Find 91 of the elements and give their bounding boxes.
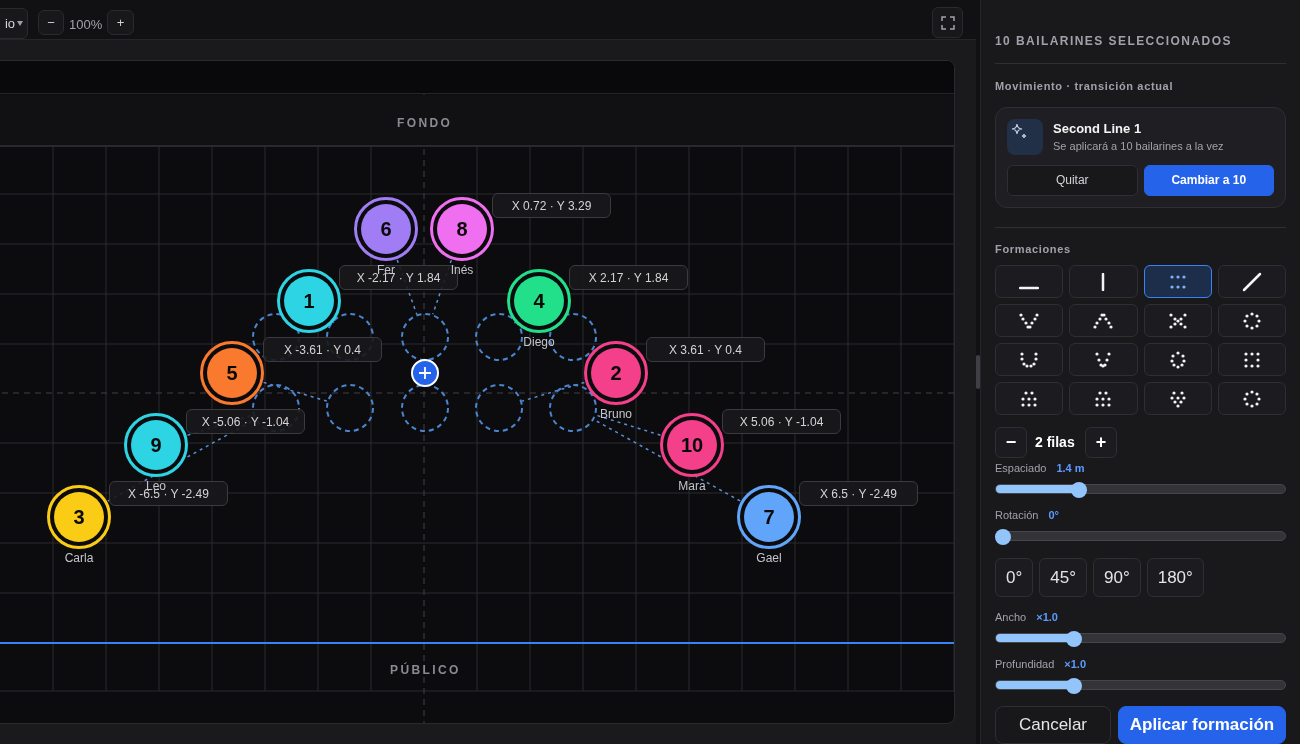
slider-value: 0°	[1048, 508, 1059, 523]
plus-icon	[418, 366, 432, 380]
dancer-marker[interactable]: 3	[47, 485, 111, 549]
dancer-number: 10	[667, 420, 717, 470]
coordinate-label: X 3.61 · Y 0.4	[646, 337, 765, 362]
add-button[interactable]	[411, 359, 439, 387]
angle-preset-button[interactable]: 0°	[995, 558, 1034, 597]
coordinate-label: X 0.72 · Y 3.29	[492, 193, 611, 218]
dancer-number: 7	[744, 492, 794, 542]
dancer-marker[interactable]: 6	[354, 197, 418, 261]
slider-track[interactable]	[995, 630, 1286, 645]
dancer-number: 5	[207, 348, 257, 398]
slider-thumb[interactable]	[995, 528, 1011, 545]
slider-label: Rotación	[995, 508, 1039, 523]
dancer-number: 9	[131, 420, 181, 470]
slider-label: Espaciado	[995, 461, 1047, 476]
slider-label: Profundidad	[995, 657, 1055, 672]
apply-button[interactable]: Aplicar formación	[1118, 706, 1286, 744]
view-select[interactable]: io	[0, 8, 28, 39]
slider-value: 1.4 m	[1056, 461, 1085, 476]
decrease-button[interactable]: −	[995, 427, 1027, 458]
slider-track[interactable]	[995, 528, 1286, 543]
slider-value: ×1.0	[1064, 657, 1087, 672]
dancer-marker[interactable]: 5	[200, 341, 264, 405]
slider-thumb[interactable]	[1065, 677, 1082, 694]
path-line	[521, 381, 586, 402]
dancer-number: 6	[361, 204, 411, 254]
coordinate-label: X -3.61 · Y 0.4	[263, 337, 382, 362]
dancer-marker[interactable]: 10	[660, 413, 724, 477]
transition-name: Second Line 1	[1053, 119, 1143, 138]
dancer-name: Mara	[678, 480, 706, 492]
dancer-number: 2	[591, 348, 641, 398]
cancel-button[interactable]: Cancelar	[995, 706, 1111, 744]
coordinate-label: X 5.06 · Y -1.04	[722, 409, 841, 434]
dancer-name: Bruno	[600, 408, 632, 420]
section-heading: Movimiento · transición actual	[995, 79, 1175, 94]
dancer-marker[interactable]: 2	[584, 341, 648, 405]
fullscreen-button[interactable]	[932, 7, 963, 38]
dancer-marker[interactable]: 4	[507, 269, 571, 333]
dancer-marker[interactable]: 9	[124, 413, 188, 477]
angle-preset-button[interactable]: 90°	[1093, 558, 1141, 597]
target-marker	[326, 384, 374, 432]
slider-thumb[interactable]	[1071, 481, 1088, 498]
line-icon	[1101, 272, 1106, 291]
zoom-in-button[interactable]: +	[107, 10, 134, 35]
stage-front-label: PÚBLICO	[390, 661, 461, 679]
panel-title: 10 BAILARINES SELECCIONADOS	[995, 0, 1286, 64]
dancer-number: 3	[54, 492, 104, 542]
dancer-number: 4	[514, 276, 564, 326]
section-heading: Formaciones	[995, 241, 1072, 257]
change-button[interactable]: Cambiar a 10	[1143, 164, 1274, 196]
dancer-name: Gael	[756, 552, 782, 564]
dancer-name: Carla	[64, 552, 94, 564]
coordinate-label: X 2.17 · Y 1.84	[569, 265, 688, 290]
row-count: 2 filas	[1035, 433, 1076, 452]
slider-value: ×1.0	[1036, 610, 1058, 625]
slider-track[interactable]	[995, 481, 1286, 496]
target-marker	[549, 384, 597, 432]
path-line	[331, 320, 335, 324]
fullscreen-icon	[940, 15, 955, 30]
coordinate-label: X 6.5 · Y -2.49	[799, 481, 918, 506]
formation-button[interactable]	[1217, 265, 1286, 298]
dancer-number: 8	[437, 204, 487, 254]
target-marker	[475, 313, 523, 361]
dancer-marker[interactable]: 1	[277, 269, 341, 333]
target-marker	[401, 384, 449, 432]
slider-thumb[interactable]	[1065, 630, 1082, 647]
path-line	[262, 381, 328, 402]
slider-label: Ancho	[995, 610, 1027, 625]
increase-button[interactable]: +	[1085, 427, 1117, 458]
zoom-level: 100%	[69, 16, 103, 34]
select-value: io	[4, 14, 15, 33]
slider-track[interactable]	[995, 677, 1286, 692]
angle-preset-button[interactable]: 45°	[1039, 558, 1087, 597]
sparkle-icon	[1007, 118, 1043, 155]
angle-preset-button[interactable]: 180°	[1146, 558, 1204, 597]
dancer-marker[interactable]: 7	[737, 485, 801, 549]
caret-icon	[17, 21, 23, 26]
target-marker	[475, 384, 523, 432]
dancer-marker[interactable]: 8	[430, 197, 494, 261]
remove-button[interactable]: Quitar	[1007, 164, 1138, 196]
dancer-name: Inés	[450, 264, 474, 276]
stage-back-label: FONDO	[397, 115, 453, 132]
dancer-name: Diego	[523, 336, 555, 348]
zoom-out-button[interactable]: −	[38, 10, 64, 35]
coordinate-label: X -5.06 · Y -1.04	[186, 409, 305, 434]
resize-handle[interactable]	[976, 355, 980, 389]
transition-note: Se aplicará a 10 bailarines a la vez	[1053, 139, 1224, 154]
dancer-number: 1	[284, 276, 334, 326]
target-marker	[401, 313, 449, 361]
line-icon	[1019, 285, 1040, 290]
